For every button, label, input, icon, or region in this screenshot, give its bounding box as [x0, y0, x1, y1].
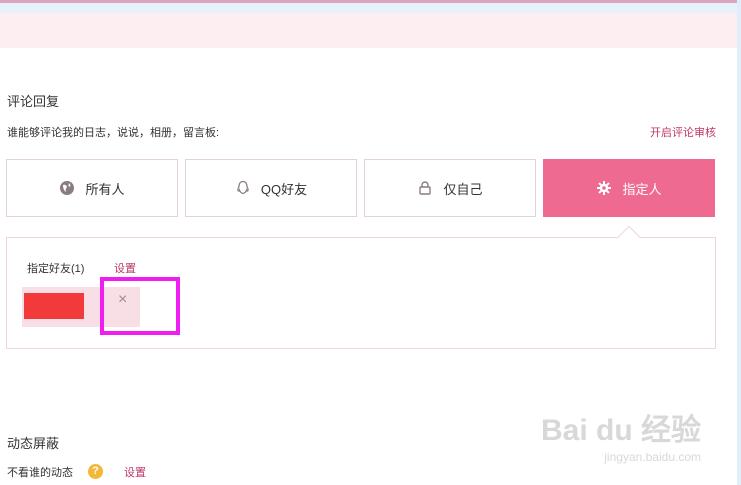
option-only-me[interactable]: 仅自己	[364, 159, 536, 217]
globe-icon	[59, 180, 75, 196]
option-only-me-label: 仅自己	[443, 181, 483, 197]
redacted-friend-name	[24, 293, 84, 319]
option-specified-people[interactable]: 指定人	[543, 159, 715, 217]
comment-permission-options: 所有人 QQ好友 仅自己 指定人	[6, 159, 716, 217]
option-qq-friends-label: QQ好友	[260, 181, 308, 197]
comment-permission-question: 谁能够评论我的日志，说说，相册，留言板:	[7, 127, 220, 139]
right-edge-strip	[737, 0, 741, 485]
hide-feed-settings-link[interactable]: 设置	[124, 464, 146, 480]
help-icon[interactable]: ?	[88, 464, 103, 479]
option-qq-friends[interactable]: QQ好友	[185, 159, 357, 217]
hide-feed-label: 不看谁的动态	[7, 467, 73, 479]
comment-reply-title: 评论回复	[7, 94, 60, 109]
specified-friends-settings-link[interactable]: 设置	[114, 260, 136, 276]
option-specified-people-label: 指定人	[622, 181, 662, 197]
lock-icon	[417, 180, 433, 196]
specified-friends-label: 指定好友(1)	[27, 263, 85, 275]
option-everyone-label: 所有人	[85, 181, 125, 197]
header-band	[0, 13, 741, 48]
feed-shield-title: 动态屏蔽	[7, 436, 60, 451]
top-tint-bar	[0, 3, 741, 13]
qq-icon	[235, 180, 251, 196]
enable-comment-review-link[interactable]: 开启评论审核	[650, 124, 716, 140]
watermark-brand: Bai du 经验	[540, 414, 701, 447]
gear-icon	[596, 180, 612, 196]
option-everyone[interactable]: 所有人	[6, 159, 178, 217]
watermark-url: jingyan.baidu.com	[604, 450, 701, 464]
highlight-box	[100, 277, 180, 335]
